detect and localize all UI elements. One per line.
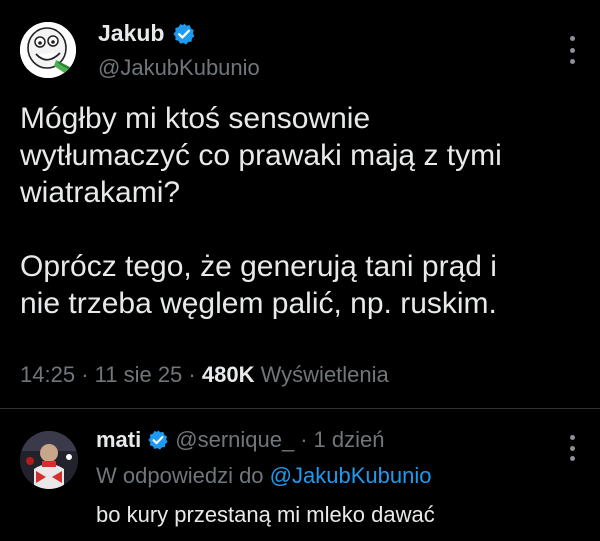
- tweet-text: Mógłby mi ktoś sensownie wytłumaczyć co …: [20, 100, 585, 322]
- meta-separator: ·: [81, 362, 89, 387]
- reply-text: bo kury przestaną mi mleko dawać: [96, 502, 435, 527]
- author-name[interactable]: Jakub: [98, 20, 196, 47]
- tweet-text-line: wiatrakami?: [20, 176, 181, 209]
- author-avatar[interactable]: [20, 22, 76, 78]
- reply-tweet[interactable]: mati @sernique_ · 1 dzień W odpowiedzi d…: [0, 409, 600, 541]
- more-options-icon[interactable]: [568, 36, 576, 64]
- verified-badge-icon[interactable]: [147, 429, 169, 451]
- reply-separator: ·: [300, 427, 308, 452]
- reply-more-options-icon[interactable]: [568, 435, 576, 461]
- author-handle[interactable]: @JakubKubunio: [98, 55, 260, 81]
- main-tweet: Jakub @JakubKubunio Mógłby mi ktoś senso…: [0, 0, 600, 408]
- tweet-date[interactable]: 11 sie 25: [95, 362, 183, 387]
- tweet-meta: 14:25 · 11 sie 25 · 480K Wyświetlenia: [20, 362, 389, 388]
- author-name-text[interactable]: Jakub: [98, 20, 164, 47]
- replying-to-mention[interactable]: @JakubKubunio: [270, 463, 432, 488]
- reply-author-handle[interactable]: @sernique_: [175, 427, 294, 453]
- reply-author-name[interactable]: mati: [96, 427, 141, 453]
- tweet-time[interactable]: 14:25: [20, 362, 75, 387]
- reply-header: mati @sernique_ · 1 dzień: [96, 427, 385, 453]
- verified-badge-icon[interactable]: [172, 22, 196, 46]
- views-label: Wyświetlenia: [260, 362, 389, 387]
- tweet-text-line: nie trzeba węglem palić, np. ruskim.: [20, 287, 497, 320]
- person-photo-avatar-icon: [20, 431, 78, 489]
- reply-age[interactable]: 1 dzień: [314, 427, 385, 453]
- replying-to: W odpowiedzi do @JakubKubunio: [96, 463, 431, 489]
- smiley-face-avatar-icon: [20, 22, 76, 78]
- reply-author-avatar[interactable]: [20, 431, 78, 489]
- replying-to-prefix: W odpowiedzi do: [96, 463, 264, 488]
- tweet-text-line: Oprócz tego, że generują tani prąd i: [20, 250, 497, 283]
- tweet-text-line: wytłumaczyć co prawaki mają z tymi: [20, 139, 502, 172]
- views-count[interactable]: 480K: [202, 362, 255, 387]
- tweet-text-line: Mógłby mi ktoś sensownie: [20, 102, 371, 135]
- meta-separator: ·: [188, 362, 196, 387]
